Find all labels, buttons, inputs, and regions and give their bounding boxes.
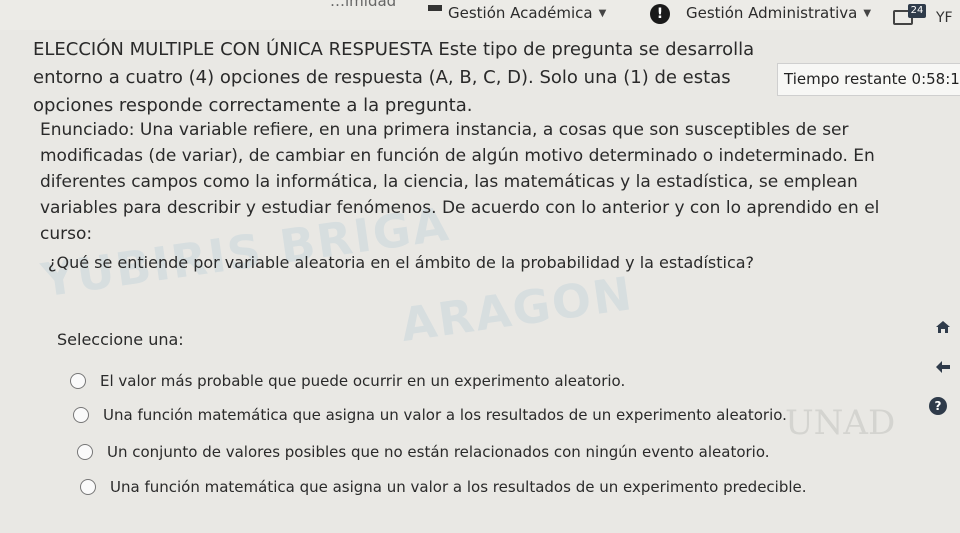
answer-option-label: Un conjunto de valores posibles que no e…: [107, 443, 770, 461]
timer-box: Tiempo restante 0:58:16: [777, 63, 960, 96]
answer-option-label: Una función matemática que asigna un val…: [103, 406, 787, 424]
messages-badge: 24: [908, 4, 926, 18]
radio-button[interactable]: [73, 407, 89, 423]
answer-option-label: El valor más probable que puede ocurrir …: [100, 372, 626, 390]
answer-option-c[interactable]: Un conjunto de valores posibles que no e…: [77, 443, 770, 461]
chevron-down-icon: ▼: [863, 7, 872, 19]
answer-option-d[interactable]: Una función matemática que asigna un val…: [80, 478, 807, 496]
nav-cut-label: …imidad: [330, 0, 397, 10]
nav-admin-label: Gestión Administrativa: [686, 4, 858, 22]
user-avatar[interactable]: YF: [936, 10, 953, 26]
radio-button[interactable]: [77, 444, 93, 460]
exclamation-icon[interactable]: !: [650, 4, 670, 24]
nav-academic-label: Gestión Académica: [448, 4, 593, 22]
timer-value: 0:58:16: [911, 70, 960, 88]
top-navigation-bar: …imidad Gestión Académica ▼ ! Gestión Ad…: [0, 0, 960, 30]
radio-button[interactable]: [80, 479, 96, 495]
home-icon[interactable]: [934, 318, 952, 336]
radio-button[interactable]: [70, 373, 86, 389]
unad-logo-watermark: UNAD: [785, 403, 896, 443]
answer-option-b[interactable]: Una función matemática que asigna un val…: [73, 406, 787, 424]
arrow-left-icon[interactable]: [934, 358, 952, 376]
question-statement: Enunciado: Una variable refiere, en una …: [40, 120, 880, 244]
nav-admin-menu[interactable]: Gestión Administrativa ▼: [686, 4, 871, 22]
folder-icon: [428, 5, 442, 11]
question-text: ¿Qué se entiende por variable aleatoria …: [48, 253, 755, 272]
nav-academic-menu[interactable]: Gestión Académica ▼: [428, 4, 606, 22]
answer-option-a[interactable]: El valor más probable que puede ocurrir …: [70, 372, 625, 390]
chevron-down-icon: ▼: [598, 7, 607, 19]
timer-label: Tiempo restante: [784, 70, 907, 88]
select-one-prompt: Seleccione una:: [57, 330, 184, 349]
watermark-surname: ARAGON: [397, 265, 637, 353]
answer-option-label: Una función matemática que asigna un val…: [110, 478, 807, 496]
question-instructions: ELECCIÓN MULTIPLE CON ÚNICA RESPUESTA Es…: [33, 39, 755, 116]
question-icon[interactable]: ?: [929, 397, 947, 415]
